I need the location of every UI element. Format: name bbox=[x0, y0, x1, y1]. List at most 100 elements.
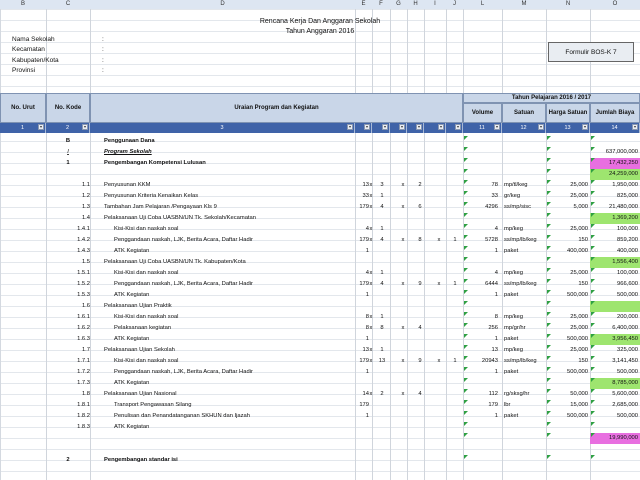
filter-cell[interactable]: 14 bbox=[590, 123, 640, 133]
comment-marker-icon bbox=[591, 455, 595, 459]
table-row[interactable]: 1.7.3 ATK Kegiatan 8,785,000 bbox=[0, 378, 640, 389]
comment-marker-icon bbox=[464, 356, 468, 360]
table-row[interactable]: 1.8.3 ATK Kegiatan bbox=[0, 422, 640, 433]
qty-1: 8 bbox=[365, 325, 369, 331]
qty-1: 8 bbox=[365, 314, 369, 320]
filter-dropdown-icon[interactable] bbox=[455, 124, 461, 130]
filter-row: 1 2 3 11 12 13 14 bbox=[0, 123, 640, 133]
comment-marker-icon bbox=[547, 257, 551, 261]
qty-2: 4 bbox=[380, 281, 384, 287]
jumlah-value: 500,000 bbox=[617, 413, 638, 419]
filter-cell[interactable]: 13 bbox=[546, 123, 590, 133]
filter-dropdown-icon[interactable] bbox=[582, 124, 588, 130]
jumlah-value: 825,000 bbox=[617, 193, 638, 199]
filter-cell[interactable] bbox=[355, 123, 372, 133]
table-row[interactable]: 1.1 Penyusunan KKM 13 x 3 x 2 78 mp/tl/keg 25,000… bbox=[0, 180, 640, 191]
filter-dropdown-icon[interactable] bbox=[538, 124, 544, 130]
column-letter[interactable]: H bbox=[407, 1, 424, 7]
table-row[interactable]: 1.5.1 Kisi-Kisi dan naskah soal 4 x 1 4 mp/keg… bbox=[0, 268, 640, 279]
filter-cell[interactable]: 12 bbox=[502, 123, 546, 133]
filter-dropdown-icon[interactable] bbox=[347, 124, 353, 130]
table-row[interactable]: 1.3 Tambahan Jam Pelajaran /Pengayaan Kls… bbox=[0, 202, 640, 213]
highlight-cell bbox=[590, 301, 640, 312]
column-letter[interactable]: C bbox=[46, 1, 90, 7]
table-row[interactable]: 1.8.1 Transport Pengawasan Silang 179 179 lb… bbox=[0, 400, 640, 411]
column-letter[interactable]: E bbox=[355, 1, 372, 7]
filter-dropdown-icon[interactable] bbox=[399, 124, 405, 130]
table-row[interactable]: 1.6.2 Pelaksanaan kegiatan 8 x 8 x 4 256 mp/gr/h… bbox=[0, 323, 640, 334]
filter-dropdown-icon[interactable] bbox=[494, 124, 500, 130]
table-row[interactable]: B Penggunaan Dana bbox=[0, 136, 640, 147]
column-letter[interactable]: B bbox=[0, 1, 46, 7]
table-row[interactable]: 1.8.2 Penulisan dan Penandatanganan SKHUN… bbox=[0, 411, 640, 422]
satuan-value: ss/mp/lb/keg bbox=[504, 281, 537, 287]
filter-dropdown-icon[interactable] bbox=[364, 124, 370, 130]
filter-cell[interactable] bbox=[390, 123, 407, 133]
filter-cell[interactable]: 1 bbox=[0, 123, 46, 133]
column-letter[interactable]: I bbox=[424, 1, 446, 7]
table-row[interactable]: 1.4.1 Kisi-Kisi dan naskah soal 4 x 1 4 mp/keg… bbox=[0, 224, 640, 235]
table-row[interactable]: 1.6 Pelaksanaan Ujian Praktik bbox=[0, 301, 640, 312]
table-row[interactable]: 1 Pengembangan Kompetensi Lulusan 17,432,2… bbox=[0, 158, 640, 169]
table-row[interactable]: 1.7.1 Kisi-Kisi dan naskah soal 179 x 13 x 9 x 1… bbox=[0, 356, 640, 367]
filter-dropdown-icon[interactable] bbox=[632, 124, 638, 130]
table-row[interactable]: 1.2 Penyusunan Kriteria Kenaikan Kelas 33 x… bbox=[0, 191, 640, 202]
table-row[interactable]: 1.4.2 Penggandaan naskah, LJK, Berita Aca… bbox=[0, 235, 640, 246]
row-number: 1.8.3 bbox=[77, 424, 90, 430]
table-row[interactable]: 2 Pengembangan standar isi bbox=[0, 455, 640, 466]
qty-2: 1 bbox=[380, 314, 384, 320]
table-row[interactable]: 1.5 Pelaksanaan Uji Coba UASBN/UN Tk. Kab… bbox=[0, 257, 640, 268]
filter-cell[interactable]: 2 bbox=[46, 123, 90, 133]
column-letter[interactable]: F bbox=[372, 1, 390, 7]
row-description: Pelaksanaan Uji Coba UASBN/UN Tk. Kabupa… bbox=[104, 259, 246, 265]
satuan-value: rg/sksg/hr bbox=[504, 391, 530, 397]
filter-dropdown-icon[interactable] bbox=[82, 124, 88, 130]
filter-dropdown-icon[interactable] bbox=[416, 124, 422, 130]
jumlah-value: 17,432,250 bbox=[608, 160, 638, 166]
filter-cell[interactable] bbox=[424, 123, 446, 133]
table-row[interactable]: 1.7 Pelaksanaan Ujian Sekolah 13 x 1 13 mp/keg… bbox=[0, 345, 640, 356]
table-row[interactable]: 1.5.2 Penggandaan naskah, LJK, Berita Aca… bbox=[0, 279, 640, 290]
filter-cell[interactable] bbox=[446, 123, 463, 133]
comment-marker-icon bbox=[591, 191, 595, 195]
volume-value: 256 bbox=[488, 325, 498, 331]
filter-cell[interactable] bbox=[372, 123, 390, 133]
filter-dropdown-icon[interactable] bbox=[38, 124, 44, 130]
info-colon: : bbox=[102, 46, 104, 53]
filter-dropdown-icon[interactable] bbox=[382, 124, 388, 130]
comment-marker-icon bbox=[464, 158, 468, 162]
table-row[interactable]: 19,990,000 bbox=[0, 433, 640, 444]
column-letter[interactable]: G bbox=[390, 1, 407, 7]
table-row[interactable] bbox=[0, 444, 640, 455]
volume-value: 8 bbox=[494, 314, 498, 320]
table-row[interactable]: 1.5.3 ATK Kegiatan 1 1 paket 500,000 500,000 bbox=[0, 290, 640, 301]
table-row[interactable]: 1.4 Pelaksanaan Uji Coba UASBN/UN Tk. Sek… bbox=[0, 213, 640, 224]
comment-marker-icon bbox=[591, 147, 595, 151]
comment-marker-icon bbox=[591, 312, 595, 316]
column-letter[interactable]: M bbox=[502, 1, 546, 7]
table-row[interactable]: 24,259,000 bbox=[0, 169, 640, 180]
satuan-value: ss/mp/lb/keg bbox=[504, 358, 537, 364]
table-row[interactable]: 1.6.1 Kisi-Kisi dan naskah soal 8 x 1 8 mp/keg… bbox=[0, 312, 640, 323]
comment-marker-icon bbox=[547, 433, 551, 437]
column-letter[interactable]: L bbox=[463, 1, 502, 7]
volume-value: 112 bbox=[488, 391, 498, 397]
times-2: x bbox=[401, 237, 405, 243]
comment-marker-icon bbox=[591, 202, 595, 206]
filter-cell[interactable]: 11 bbox=[463, 123, 502, 133]
table-row[interactable]: 1.7.2 Penggandaan naskah, LJK, Berita Aca… bbox=[0, 367, 640, 378]
filter-dropdown-icon[interactable] bbox=[438, 124, 444, 130]
column-letter[interactable]: O bbox=[590, 1, 640, 7]
qty-1: 1 bbox=[365, 292, 369, 298]
filter-cell[interactable]: 3 bbox=[90, 123, 355, 133]
comment-marker-icon bbox=[591, 367, 595, 371]
table-row[interactable]: 1.6.3 ATK Kegiatan 1 1 paket 500,000 3,956,450 bbox=[0, 334, 640, 345]
table-row[interactable]: 1.4.3 ATK Kegiatan 1 1 paket 400,000 400,000 bbox=[0, 246, 640, 257]
column-letter[interactable]: J bbox=[446, 1, 463, 7]
table-row[interactable]: 1.8 Pelaksanaan Ujian Nasional 14 x 2 x 4 112 rg… bbox=[0, 389, 640, 400]
row-number: 1.7 bbox=[81, 347, 90, 353]
filter-cell[interactable] bbox=[407, 123, 424, 133]
column-letter[interactable]: D bbox=[90, 1, 355, 7]
column-letter[interactable]: N bbox=[546, 1, 590, 7]
table-row[interactable]: I Program Sekolah 637,000,000 bbox=[0, 147, 640, 158]
